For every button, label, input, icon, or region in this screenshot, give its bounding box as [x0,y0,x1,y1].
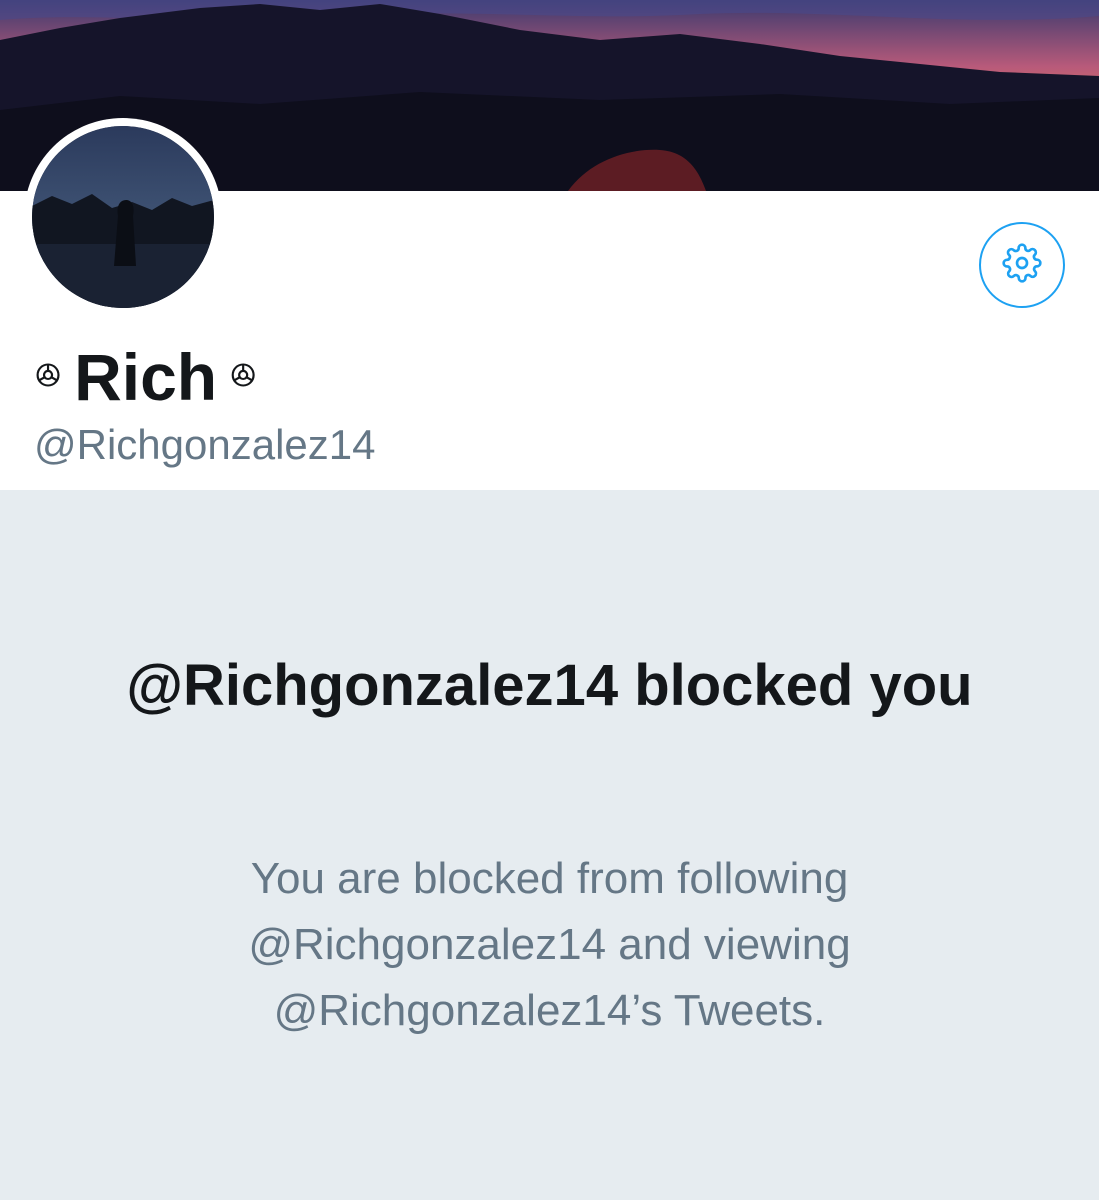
settings-button[interactable] [979,222,1065,308]
name-decoration-right: ꔮ [229,356,258,397]
blocked-notice: @Richgonzalez14 blocked you You are bloc… [0,490,1099,1200]
blocked-title: @Richgonzalez14 blocked you [126,653,973,718]
display-name-text: Rich [74,340,218,414]
profile-page: ꔮ Rich ꔮ @Richgonzalez14 @Richgonzalez14… [0,0,1099,1200]
profile-handle: @Richgonzalez14 [34,421,376,468]
blocked-description: You are blocked from following @Richgonz… [248,854,851,1035]
name-decoration-left: ꔮ [34,356,63,397]
profile-display-name: ꔮ Rich ꔮ [34,337,257,417]
gear-icon [1002,242,1042,288]
avatar[interactable] [24,118,222,316]
avatar-image [32,126,214,308]
